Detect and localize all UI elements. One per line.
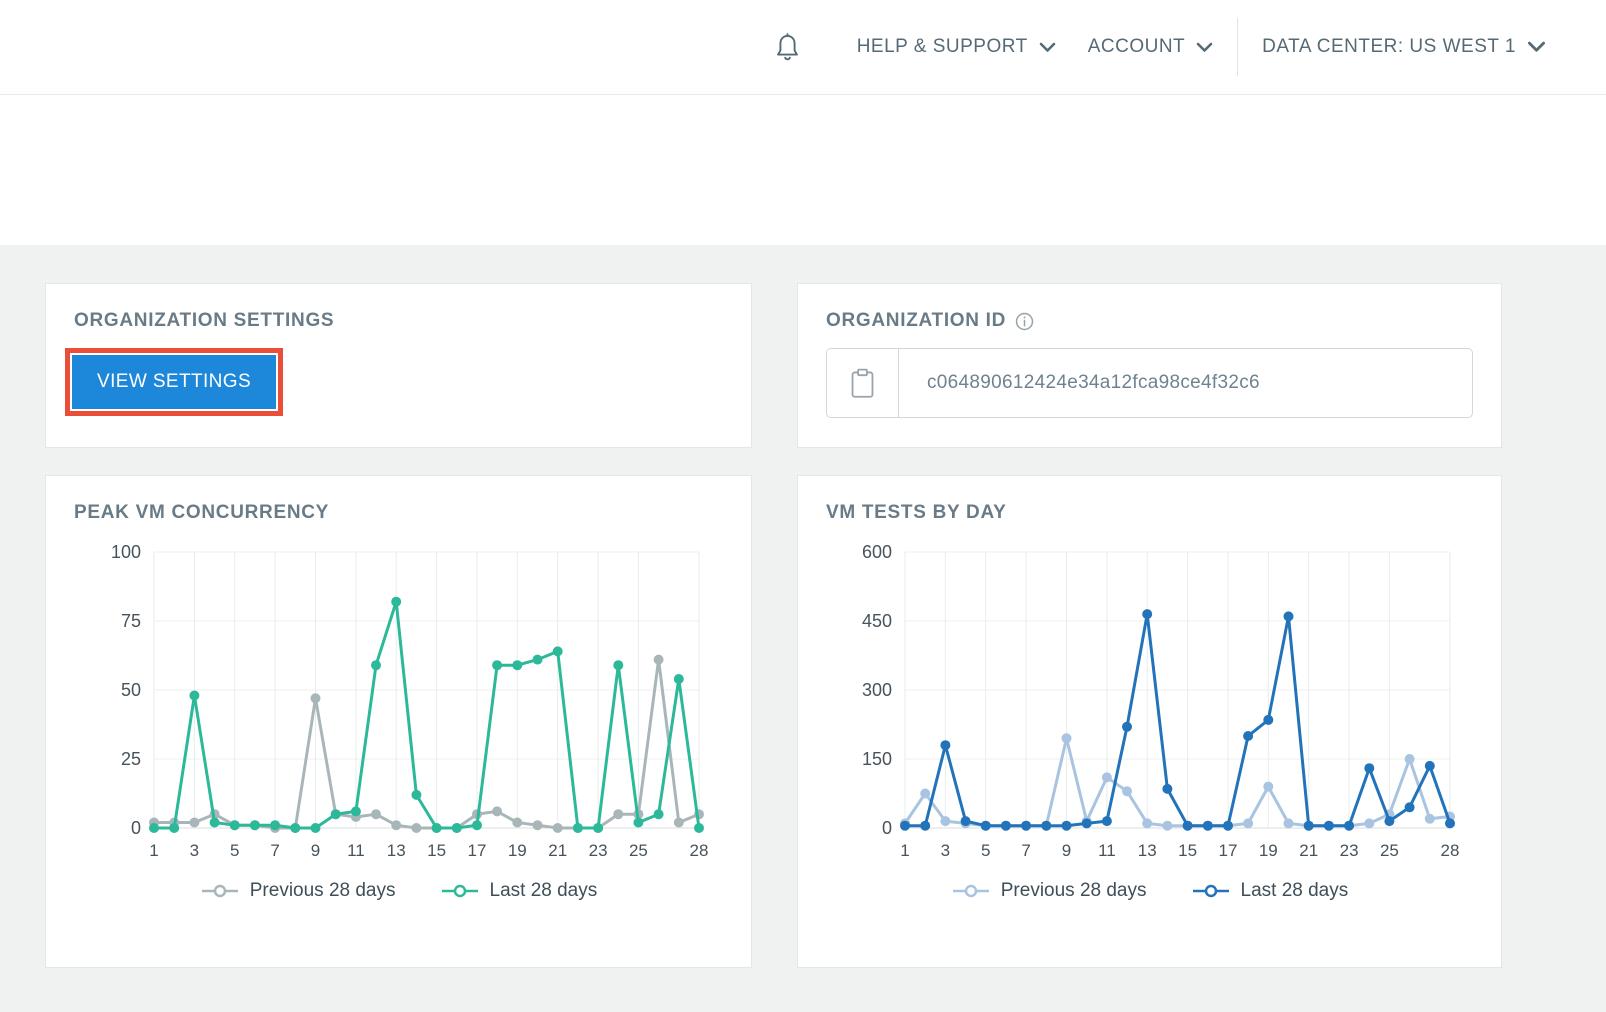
vm-tests-by-day-card: VM TESTS BY DAY 015030045060013579111315… [797, 475, 1502, 968]
svg-text:7: 7 [1021, 841, 1030, 860]
help-support-menu[interactable]: HELP & SUPPORT [841, 26, 1072, 68]
svg-text:15: 15 [1178, 841, 1197, 860]
organization-id-title: ORGANIZATION ID [826, 310, 1473, 332]
legend-item-last-28-days[interactable]: Last 28 days [440, 880, 598, 902]
svg-text:13: 13 [387, 841, 406, 860]
line-chart-svg: 015030045060013579111315171921232528 [827, 540, 1472, 870]
legend-marker-icon [440, 884, 480, 898]
svg-text:23: 23 [1340, 841, 1359, 860]
organization-settings-card: ORGANIZATION SETTINGS VIEW SETTINGS [45, 283, 752, 448]
svg-text:9: 9 [311, 841, 320, 860]
svg-text:25: 25 [1380, 841, 1399, 860]
legend-marker-icon [951, 884, 991, 898]
svg-text:25: 25 [121, 749, 141, 769]
annotation-highlight-box: VIEW SETTINGS [65, 348, 283, 416]
svg-text:9: 9 [1062, 841, 1071, 860]
svg-text:23: 23 [589, 841, 608, 860]
svg-text:25: 25 [629, 841, 648, 860]
svg-text:11: 11 [1098, 841, 1116, 860]
dashboard-content: ORGANIZATION SETTINGS VIEW SETTINGS ORGA… [0, 245, 1606, 1012]
legend-label: Last 28 days [1241, 880, 1349, 902]
vm-tests-by-day-chart[interactable]: 015030045060013579111315171921232528 [826, 540, 1473, 870]
chevron-down-icon [1196, 42, 1213, 53]
svg-text:1: 1 [149, 841, 158, 860]
peak-vm-concurrency-legend: Previous 28 days Last 28 days [74, 880, 723, 902]
svg-text:300: 300 [862, 680, 892, 700]
peak-vm-concurrency-title: PEAK VM CONCURRENCY [74, 502, 723, 524]
chevron-down-icon [1039, 42, 1056, 53]
svg-text:0: 0 [882, 818, 892, 838]
svg-text:150: 150 [862, 749, 892, 769]
svg-text:450: 450 [862, 611, 892, 631]
notifications-button[interactable] [764, 22, 811, 73]
svg-text:21: 21 [1299, 841, 1318, 860]
svg-text:28: 28 [1441, 841, 1460, 860]
data-center-menu[interactable]: DATA CENTER: US WEST 1 [1246, 26, 1562, 68]
vm-tests-by-day-title: VM TESTS BY DAY [826, 502, 1473, 524]
organization-settings-title: ORGANIZATION SETTINGS [74, 310, 723, 332]
nav-divider [1237, 18, 1238, 76]
svg-text:13: 13 [1138, 841, 1157, 860]
svg-text:17: 17 [468, 841, 487, 860]
svg-text:50: 50 [121, 680, 141, 700]
organization-id-title-text: ORGANIZATION ID [826, 310, 1006, 332]
svg-text:3: 3 [190, 841, 199, 860]
legend-marker-icon [1191, 884, 1231, 898]
account-label: ACCOUNT [1088, 36, 1185, 58]
svg-text:0: 0 [131, 818, 141, 838]
peak-vm-concurrency-card: PEAK VM CONCURRENCY 02550751001357911131… [45, 475, 752, 968]
info-icon[interactable] [1015, 312, 1034, 331]
legend-item-previous-28-days[interactable]: Previous 28 days [951, 880, 1147, 902]
svg-text:11: 11 [347, 841, 365, 860]
legend-marker-icon [200, 884, 240, 898]
view-settings-button[interactable]: VIEW SETTINGS [72, 355, 276, 409]
svg-text:5: 5 [230, 841, 239, 860]
vm-tests-by-day-legend: Previous 28 days Last 28 days [826, 880, 1473, 902]
svg-text:15: 15 [427, 841, 446, 860]
copy-org-id-button[interactable] [827, 349, 899, 417]
legend-label: Last 28 days [490, 880, 598, 902]
legend-label: Previous 28 days [250, 880, 396, 902]
organization-id-field[interactable]: c064890612424e34a12fca98ce4f32c6 [826, 348, 1473, 418]
chevron-down-icon [1527, 41, 1546, 53]
account-menu[interactable]: ACCOUNT [1072, 26, 1229, 68]
page-header-area [0, 95, 1606, 245]
legend-label: Previous 28 days [1001, 880, 1147, 902]
svg-text:75: 75 [121, 611, 141, 631]
svg-text:5: 5 [981, 841, 990, 860]
clipboard-icon [850, 368, 875, 399]
top-nav: HELP & SUPPORT ACCOUNT DATA CENTER: US W… [0, 0, 1606, 95]
svg-text:19: 19 [508, 841, 527, 860]
data-center-label: DATA CENTER: US WEST 1 [1262, 36, 1516, 58]
svg-text:28: 28 [690, 841, 709, 860]
svg-text:3: 3 [941, 841, 950, 860]
organization-id-card: ORGANIZATION ID c064890612424e34a12fca98… [797, 283, 1502, 448]
svg-text:17: 17 [1219, 841, 1238, 860]
bell-icon [774, 32, 801, 63]
organization-id-value: c064890612424e34a12fca98ce4f32c6 [899, 349, 1260, 417]
card-grid: ORGANIZATION SETTINGS VIEW SETTINGS ORGA… [45, 283, 1606, 968]
svg-text:21: 21 [548, 841, 567, 860]
legend-item-previous-28-days[interactable]: Previous 28 days [200, 880, 396, 902]
svg-text:100: 100 [111, 542, 141, 562]
svg-text:1: 1 [900, 841, 909, 860]
svg-text:7: 7 [270, 841, 279, 860]
peak-vm-concurrency-chart[interactable]: 025507510013579111315171921232528 [74, 540, 723, 870]
help-support-label: HELP & SUPPORT [857, 36, 1028, 58]
svg-text:19: 19 [1259, 841, 1278, 860]
svg-text:600: 600 [862, 542, 892, 562]
legend-item-last-28-days[interactable]: Last 28 days [1191, 880, 1349, 902]
line-chart-svg: 025507510013579111315171921232528 [76, 540, 721, 870]
